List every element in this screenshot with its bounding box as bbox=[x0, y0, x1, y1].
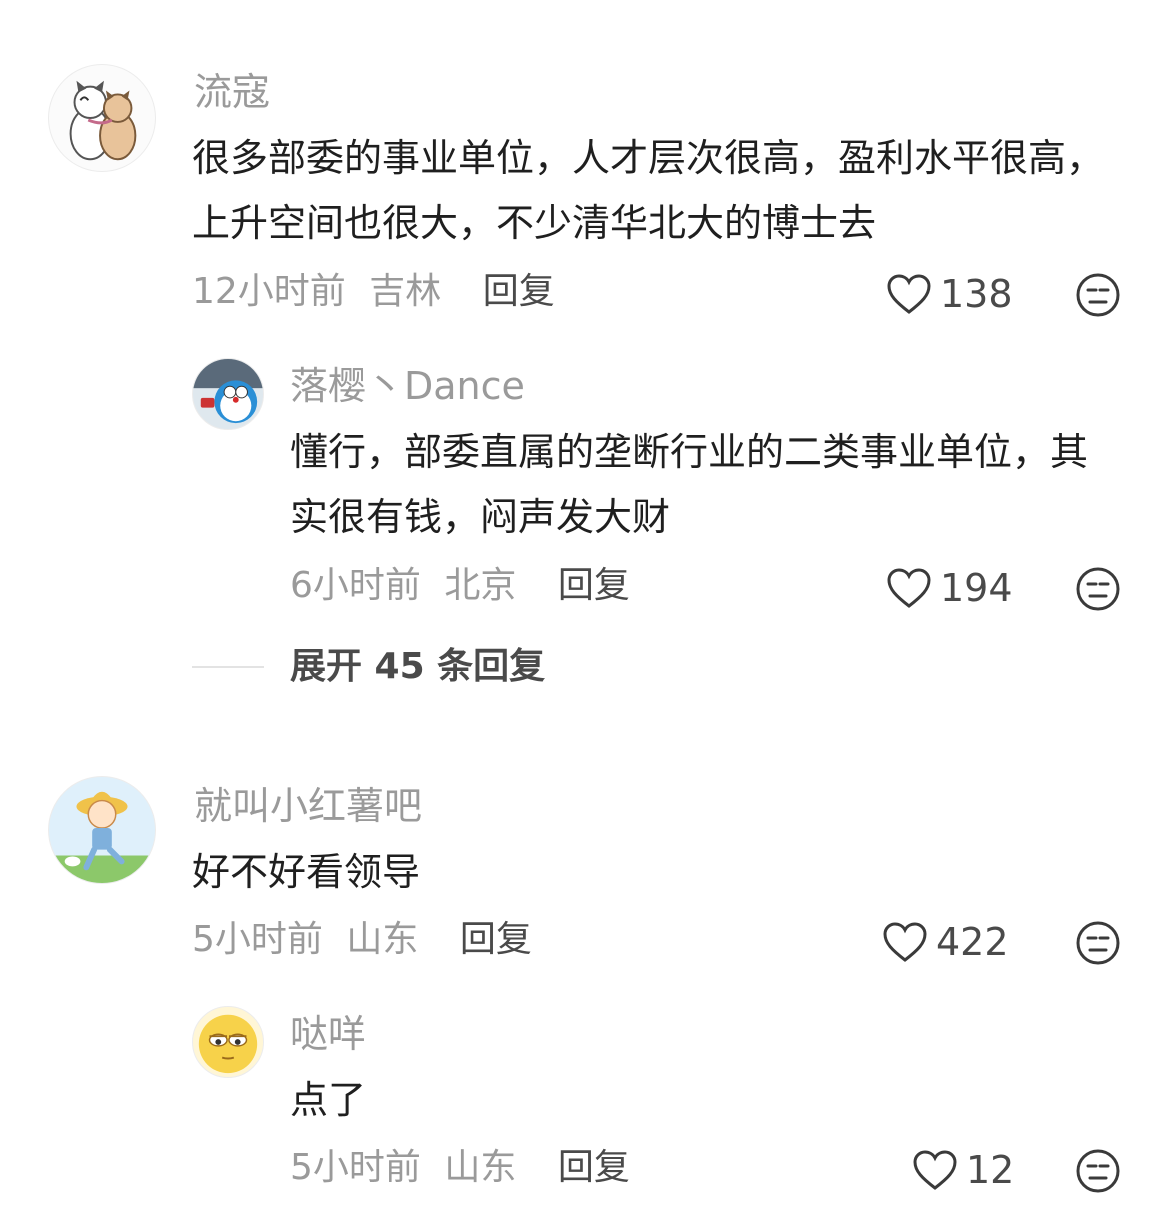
avatar[interactable] bbox=[192, 1006, 264, 1078]
neutral-face-icon bbox=[1076, 273, 1120, 317]
comment-time: 6小时前 bbox=[290, 565, 421, 606]
heart-icon bbox=[887, 274, 931, 314]
comment-location: 山东 bbox=[346, 919, 419, 960]
reaction-button[interactable] bbox=[1075, 566, 1121, 612]
comment-meta: 12小时前 吉林 回复 bbox=[192, 270, 555, 314]
doraemon-avatar-icon bbox=[193, 359, 263, 424]
like-count: 422 bbox=[936, 920, 1009, 964]
comment-text: 很多部委的事业单位，人才层次很高，盈利水平很高，上升空间也很大，不少清华北大的博… bbox=[192, 136, 1105, 245]
heart-icon bbox=[913, 1150, 957, 1190]
expand-replies-button[interactable]: 展开 45 条回复 bbox=[192, 645, 545, 689]
comment-time: 5小时前 bbox=[290, 1147, 421, 1188]
comment-text: 点了 bbox=[290, 1078, 367, 1122]
reply-button[interactable]: 回复 bbox=[483, 271, 555, 312]
like-count: 194 bbox=[940, 566, 1013, 610]
girl-avatar-icon bbox=[49, 791, 155, 883]
neutral-face-icon bbox=[1076, 1149, 1120, 1193]
author-name[interactable]: 哒咩 bbox=[290, 1012, 366, 1056]
like-button[interactable]: 422 bbox=[882, 920, 1009, 964]
avatar[interactable] bbox=[48, 64, 156, 172]
like-button[interactable]: 194 bbox=[886, 566, 1013, 610]
expand-replies-label: 展开 45 条回复 bbox=[290, 646, 546, 687]
reply-button[interactable]: 回复 bbox=[460, 919, 532, 960]
reaction-button[interactable] bbox=[1075, 272, 1121, 318]
reaction-button[interactable] bbox=[1075, 920, 1121, 966]
like-button[interactable]: 12 bbox=[912, 1148, 1014, 1192]
like-count: 12 bbox=[966, 1148, 1015, 1192]
reply-button[interactable]: 回复 bbox=[558, 565, 630, 606]
comment-meta: 6小时前 北京 回复 bbox=[290, 564, 630, 608]
reply-button[interactable]: 回复 bbox=[558, 1147, 630, 1188]
like-button[interactable]: 138 bbox=[886, 272, 1013, 316]
comment-meta: 5小时前 山东 回复 bbox=[290, 1146, 630, 1190]
comment-meta: 5小时前 山东 回复 bbox=[192, 918, 532, 962]
neutral-face-icon bbox=[1076, 567, 1120, 611]
comment-location: 北京 bbox=[444, 565, 517, 606]
author-name[interactable]: 落樱丶Dance bbox=[290, 364, 525, 408]
comment-text: 懂行，部委直属的垄断行业的二类事业单位，其实很有钱，闷声发大财 bbox=[290, 430, 1089, 539]
like-count: 138 bbox=[940, 272, 1013, 316]
heart-icon bbox=[887, 568, 931, 608]
avatar[interactable] bbox=[48, 776, 156, 884]
divider-line bbox=[192, 666, 264, 668]
comment-location: 山东 bbox=[444, 1147, 517, 1188]
cats-avatar-icon bbox=[69, 80, 137, 161]
neutral-face-icon bbox=[1076, 921, 1120, 965]
reaction-button[interactable] bbox=[1075, 1148, 1121, 1194]
comment-location: 吉林 bbox=[369, 271, 442, 312]
comment-time: 5小时前 bbox=[192, 919, 323, 960]
comment-time: 12小时前 bbox=[192, 271, 346, 312]
avatar[interactable] bbox=[192, 358, 264, 430]
heart-icon bbox=[883, 922, 927, 962]
comment-text: 好不好看领导 bbox=[192, 850, 421, 894]
author-name[interactable]: 就叫小红薯吧 bbox=[194, 784, 422, 828]
author-name[interactable]: 流寇 bbox=[194, 70, 270, 114]
emoji-face-avatar-icon bbox=[198, 1014, 258, 1074]
